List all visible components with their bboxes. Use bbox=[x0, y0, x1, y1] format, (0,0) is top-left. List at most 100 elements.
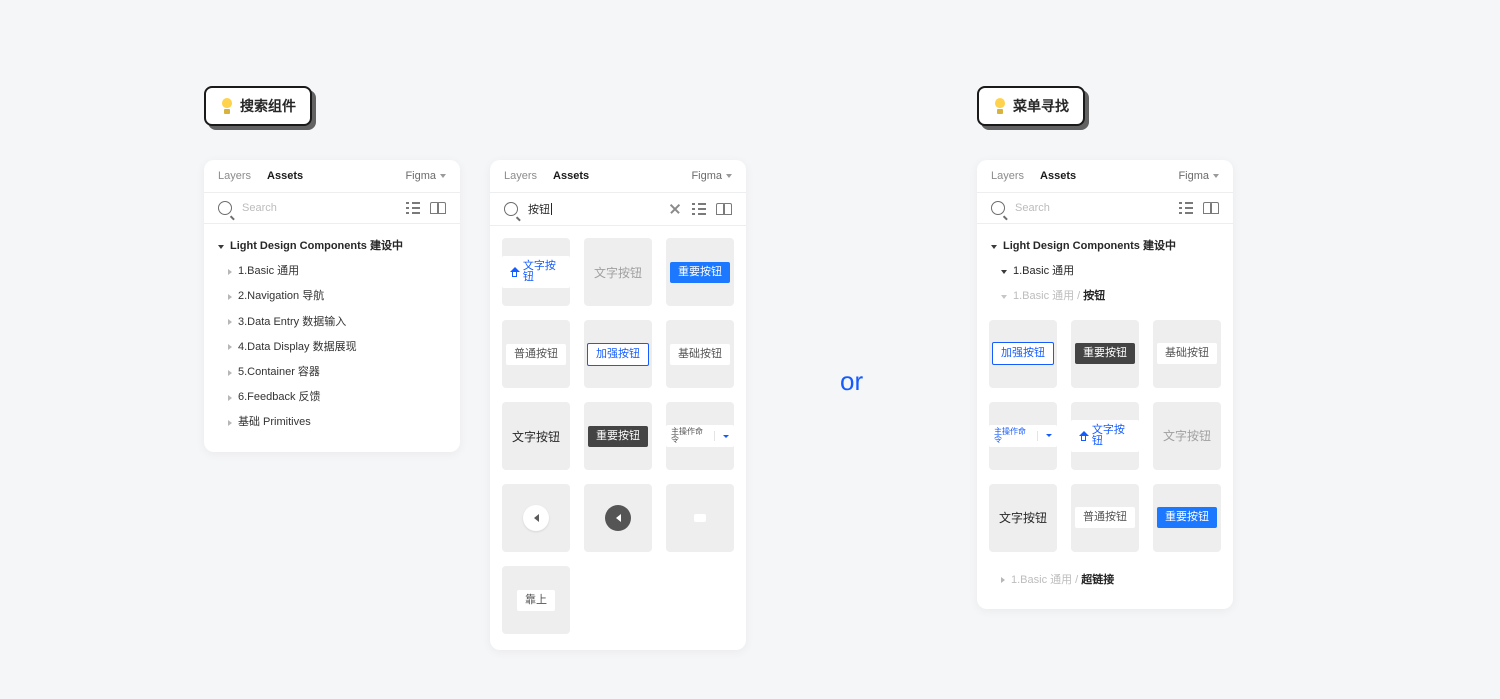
or-separator: or bbox=[840, 366, 863, 397]
asset-tile[interactable]: 靠上 bbox=[502, 566, 570, 634]
team-name: Figma bbox=[691, 170, 722, 182]
asset-tile[interactable]: 普通按钮 bbox=[1071, 484, 1139, 552]
list-view-icon[interactable] bbox=[692, 203, 706, 215]
panel-header: Layers Assets Figma bbox=[977, 160, 1233, 193]
asset-tile[interactable]: 重要按钮 bbox=[1153, 484, 1221, 552]
tab-assets[interactable]: Assets bbox=[553, 170, 589, 182]
team-name: Figma bbox=[1178, 170, 1209, 182]
asset-label: 普通按钮 bbox=[1075, 507, 1135, 528]
tabs: Layers Assets bbox=[218, 170, 303, 182]
asset-tile[interactable]: 重要按钮 bbox=[1071, 320, 1139, 388]
search-row: Search bbox=[977, 193, 1233, 224]
tabs: Layers Assets bbox=[991, 170, 1076, 182]
team-switcher[interactable]: Figma bbox=[691, 170, 732, 182]
asset-tile[interactable] bbox=[584, 484, 652, 552]
assets-tree: Light Design Components 建设中 1.Basic 通用 1… bbox=[977, 224, 1233, 310]
asset-preview: 文字按钮 bbox=[502, 256, 570, 288]
arrow-left-icon bbox=[616, 514, 621, 522]
assets-grid: 加强按钮 重要按钮 基础按钮 主操作命令 文字按钮 文 bbox=[977, 310, 1233, 568]
asset-tile[interactable] bbox=[666, 484, 734, 552]
asset-tile[interactable]: 重要按钮 bbox=[584, 402, 652, 470]
tab-layers[interactable]: Layers bbox=[504, 170, 537, 182]
tree-item[interactable]: 3.Data Entry 数据输入 bbox=[218, 310, 446, 335]
tree-item[interactable]: 基础 Primitives bbox=[218, 410, 446, 435]
tree-root[interactable]: Light Design Components 建设中 bbox=[218, 234, 446, 259]
asset-tile[interactable]: 文字按钮 bbox=[1153, 402, 1221, 470]
tree-item-crumb[interactable]: 1.Basic 通用 / 超链接 bbox=[991, 568, 1219, 593]
search-row: Search bbox=[204, 193, 460, 224]
assets-panel-search-results: Layers Assets Figma 按钮 文字按钮 bbox=[490, 160, 746, 650]
tree-item[interactable]: 1.Basic 通用 bbox=[218, 259, 446, 284]
asset-preview bbox=[694, 514, 706, 522]
tree-item[interactable]: 6.Feedback 反馈 bbox=[218, 385, 446, 410]
tab-layers[interactable]: Layers bbox=[991, 170, 1024, 182]
asset-tile[interactable]: 文字按钮 bbox=[502, 238, 570, 306]
tree-item[interactable]: 4.Data Display 数据展现 bbox=[218, 335, 446, 360]
clear-icon[interactable] bbox=[668, 202, 682, 216]
assets-tree: Light Design Components 建设中 1.Basic 通用 2… bbox=[204, 224, 460, 452]
library-icon[interactable] bbox=[716, 203, 732, 215]
crumb-current: 超链接 bbox=[1081, 574, 1114, 586]
caret-down-icon bbox=[1001, 295, 1007, 299]
search-input[interactable]: 按钮 bbox=[528, 201, 658, 217]
library-icon[interactable] bbox=[1203, 202, 1219, 214]
tree-item-label: 1.Basic 通用 bbox=[1013, 265, 1074, 278]
asset-tile[interactable]: 主操作命令 bbox=[666, 402, 734, 470]
tree-item-label: 1.Basic 通用 bbox=[238, 265, 299, 278]
asset-tile[interactable]: 加强按钮 bbox=[989, 320, 1057, 388]
team-switcher[interactable]: Figma bbox=[405, 170, 446, 182]
asset-tile[interactable]: 基础按钮 bbox=[666, 320, 734, 388]
asset-label: 文字按钮 bbox=[1092, 425, 1131, 447]
search-icon bbox=[991, 201, 1005, 215]
search-input[interactable]: Search bbox=[242, 202, 396, 214]
asset-label: 基础按钮 bbox=[670, 344, 730, 365]
asset-tile[interactable]: 重要按钮 bbox=[666, 238, 734, 306]
callout-label: 搜索组件 bbox=[240, 96, 296, 116]
asset-tile[interactable]: 普通按钮 bbox=[502, 320, 570, 388]
tree-item-crumb[interactable]: 1.Basic 通用 / 按钮 bbox=[991, 284, 1219, 309]
chevron-down-icon bbox=[723, 435, 729, 438]
callout-label: 菜单寻找 bbox=[1013, 96, 1069, 116]
asset-tile[interactable]: 加强按钮 bbox=[584, 320, 652, 388]
caret-right-icon bbox=[228, 370, 232, 376]
team-switcher[interactable]: Figma bbox=[1178, 170, 1219, 182]
asset-tile[interactable]: 主操作命令 bbox=[989, 402, 1057, 470]
tree-item[interactable]: 5.Container 容器 bbox=[218, 360, 446, 385]
search-icon bbox=[218, 201, 232, 215]
tab-assets[interactable]: Assets bbox=[1040, 170, 1076, 182]
tab-assets[interactable]: Assets bbox=[267, 170, 303, 182]
list-view-icon[interactable] bbox=[1179, 202, 1193, 214]
asset-tile[interactable]: 文字按钮 bbox=[584, 238, 652, 306]
asset-tile[interactable]: 文字按钮 bbox=[502, 402, 570, 470]
asset-preview: 主操作命令 bbox=[666, 425, 734, 447]
asset-tile[interactable]: 基础按钮 bbox=[1153, 320, 1221, 388]
asset-label: 基础按钮 bbox=[1157, 343, 1217, 364]
callout-search-components: 搜索组件 bbox=[204, 86, 312, 126]
tab-layers[interactable]: Layers bbox=[218, 170, 251, 182]
asset-label: 靠上 bbox=[517, 590, 555, 611]
crumb-path: 1.Basic 通用 / bbox=[1013, 290, 1083, 302]
library-icon[interactable] bbox=[430, 202, 446, 214]
caret-right-icon bbox=[228, 344, 232, 350]
search-value: 按钮 bbox=[528, 204, 550, 216]
asset-label: 重要按钮 bbox=[588, 426, 648, 447]
asset-tile[interactable]: 文字按钮 bbox=[989, 484, 1057, 552]
tree-item-label: 6.Feedback 反馈 bbox=[238, 391, 321, 404]
asset-tile[interactable] bbox=[502, 484, 570, 552]
callout-menu-browse: 菜单寻找 bbox=[977, 86, 1085, 126]
caret-down-icon bbox=[991, 245, 997, 249]
chevron-down-icon bbox=[1046, 434, 1052, 437]
asset-preview bbox=[523, 505, 549, 531]
asset-tile[interactable]: 文字按钮 bbox=[1071, 402, 1139, 470]
asset-label: 重要按钮 bbox=[1157, 507, 1217, 528]
tree-item-open[interactable]: 1.Basic 通用 bbox=[991, 259, 1219, 284]
tree-item[interactable]: 2.Navigation 导航 bbox=[218, 284, 446, 309]
asset-preview bbox=[605, 505, 631, 531]
chevron-down-icon bbox=[1213, 174, 1219, 178]
list-view-icon[interactable] bbox=[406, 202, 420, 214]
tree-root[interactable]: Light Design Components 建设中 bbox=[991, 234, 1219, 259]
caret-right-icon bbox=[228, 420, 232, 426]
home-icon bbox=[1079, 431, 1088, 441]
tree-root-label: Light Design Components 建设中 bbox=[1003, 240, 1176, 253]
search-input[interactable]: Search bbox=[1015, 202, 1169, 214]
